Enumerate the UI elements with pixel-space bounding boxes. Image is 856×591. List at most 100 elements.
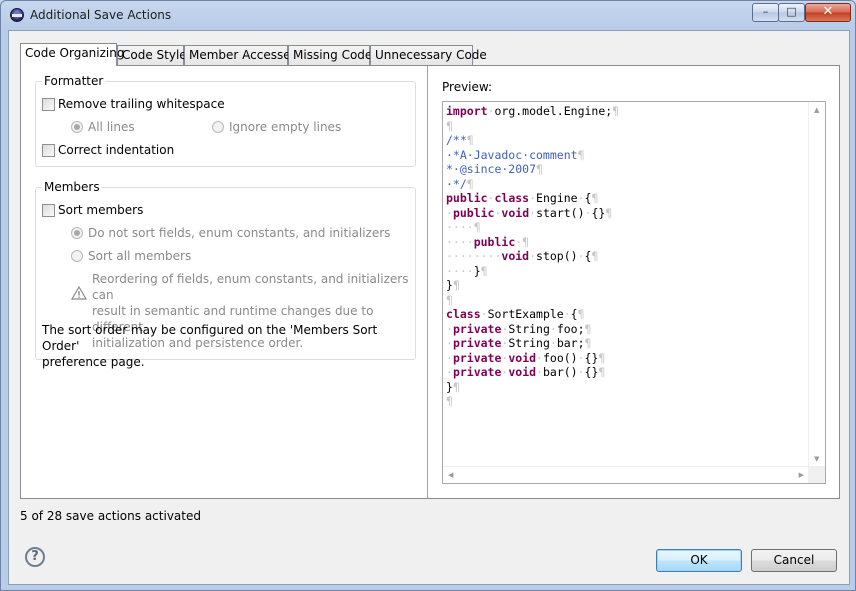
radio-circle[interactable]	[212, 121, 224, 133]
code-token: ¶	[584, 321, 592, 336]
checkbox-box[interactable]	[42, 203, 55, 217]
do-not-sort-radio[interactable]: Do not sort fields, enum constants, and …	[71, 226, 390, 240]
radio-circle[interactable]	[71, 121, 83, 133]
tab-member-accesses[interactable]: Member Accesses	[184, 45, 297, 65]
sort-order-line: The sort order may be configured on the …	[42, 323, 378, 353]
code-line: ····¶	[446, 220, 619, 235]
code-token: start()	[536, 205, 585, 220]
code-token: org.model.Engine;	[494, 104, 613, 118]
scroll-up-arrow-icon[interactable]: ▲	[814, 106, 819, 114]
code-token: ¶	[598, 350, 606, 365]
formatter-group-title: Formatter	[42, 74, 106, 88]
code-token: ·	[536, 365, 543, 379]
code-token: ·	[446, 365, 453, 379]
formatter-group: Formatter Remove trailing whitespace All…	[35, 74, 416, 167]
title-bar[interactable]: Additional Save Actions – □ ✕	[1, 1, 855, 29]
code-token: ·	[480, 307, 488, 321]
code-line: *·@since·2007¶	[446, 162, 619, 177]
code-token: ¶	[612, 104, 620, 118]
code-token: void	[508, 350, 537, 365]
code-line: ········void·stop()·{¶	[446, 249, 619, 264]
tab-code-style[interactable]: Code Style	[117, 45, 187, 65]
code-token: private	[452, 365, 502, 379]
preview-label: Preview:	[442, 80, 493, 94]
code-token: ·	[563, 307, 571, 321]
code-token: public	[446, 191, 488, 205]
code-token: public	[473, 234, 516, 249]
radio-circle[interactable]	[71, 227, 83, 239]
code-token: ¶	[591, 249, 599, 263]
preview-code-box[interactable]: import·org.model.Engine;¶ ¶/**¶ ·*A·Javado…	[442, 101, 826, 484]
code-token: }	[446, 278, 453, 292]
code-token: ·	[577, 249, 585, 263]
code-token: ·	[446, 350, 453, 365]
sort-all-members-radio[interactable]: Sort all members	[71, 249, 191, 263]
tab-unnecessary-code[interactable]: Unnecessary Code	[370, 45, 487, 65]
code-line: }¶	[446, 380, 619, 395]
code-line: ·public·void·start()·{}¶	[446, 206, 619, 221]
sort-members-checkbox[interactable]: Sort members	[42, 203, 143, 217]
vertical-scrollbar[interactable]: ▲ ▼	[808, 102, 825, 466]
code-token: ·	[577, 191, 585, 205]
sort-all-members-label: Sort all members	[88, 249, 192, 263]
sort-order-line: preference page.	[42, 355, 145, 369]
members-group-title: Members	[42, 180, 102, 194]
save-actions-status: 5 of 28 save actions activated	[20, 509, 201, 523]
code-token: ¶	[577, 147, 585, 162]
code-token: void	[501, 205, 530, 220]
code-token: bar()	[542, 365, 578, 379]
code-token: ····	[446, 234, 474, 249]
code-token: ¶	[466, 133, 474, 147]
ignore-empty-lines-radio[interactable]: Ignore empty lines	[212, 120, 341, 134]
code-token: ·*A·Javadoc·comment	[446, 147, 578, 162]
all-lines-label: All lines	[88, 120, 135, 134]
correct-indentation-label: Correct indentation	[58, 143, 175, 157]
code-token: {	[570, 307, 578, 321]
help-icon[interactable]: ?	[25, 547, 45, 567]
code-token: ¶	[598, 365, 606, 379]
close-button[interactable]: ✕	[805, 3, 851, 22]
code-token: ¶	[446, 394, 453, 408]
window-title: Additional Save Actions	[30, 8, 172, 22]
code-line: ·private·String·foo;¶	[446, 322, 619, 337]
code-token: ·	[446, 336, 453, 350]
code-token: ¶	[446, 292, 453, 307]
code-line: public·class·Engine·{¶	[446, 191, 619, 206]
all-lines-radio[interactable]: All lines	[71, 120, 135, 134]
warning-line: Reordering of fields, enum constants, an…	[92, 272, 409, 302]
radio-circle[interactable]	[71, 250, 83, 262]
code-token: String	[508, 336, 550, 350]
code-token: foo()	[542, 350, 578, 365]
maximize-button[interactable]: □	[778, 3, 805, 22]
code-token: public	[452, 205, 495, 220]
code-token: class	[494, 191, 530, 205]
correct-indentation-checkbox[interactable]: Correct indentation	[42, 143, 174, 157]
tab-missing-code[interactable]: Missing Code	[288, 45, 372, 65]
code-token: SortExample	[487, 307, 564, 321]
code-token: bar;	[556, 336, 585, 350]
code-token: /**	[446, 133, 467, 147]
checkbox-box[interactable]	[42, 143, 55, 157]
checkbox-box[interactable]	[42, 97, 55, 111]
scroll-right-arrow-icon[interactable]: ▶	[799, 471, 804, 479]
code-line: ¶	[446, 394, 619, 409]
ok-button[interactable]: OK	[656, 549, 742, 572]
scroll-left-arrow-icon[interactable]: ◀	[448, 471, 453, 479]
tab-content-panel: Formatter Remove trailing whitespace All…	[20, 65, 840, 499]
cancel-button[interactable]: Cancel	[751, 549, 837, 572]
code-token: ·	[549, 321, 557, 336]
tab-code-organizing[interactable]: Code Organizing	[20, 43, 124, 66]
remove-trailing-whitespace-label: Remove trailing whitespace	[58, 97, 225, 111]
code-token: ¶	[452, 278, 460, 292]
horizontal-scrollbar[interactable]: ◀ ▶	[443, 466, 809, 483]
code-token: ····	[446, 263, 474, 278]
code-token: ·	[577, 350, 585, 365]
code-token: {}	[584, 350, 599, 365]
scroll-down-arrow-icon[interactable]: ▼	[814, 455, 819, 463]
code-token: ·	[529, 249, 537, 263]
minimize-button[interactable]: –	[752, 3, 779, 22]
code-token: ·¶	[515, 234, 530, 249]
remove-trailing-whitespace-checkbox[interactable]: Remove trailing whitespace	[42, 97, 225, 111]
code-token: foo;	[556, 321, 585, 336]
code-token: ·	[577, 365, 585, 379]
